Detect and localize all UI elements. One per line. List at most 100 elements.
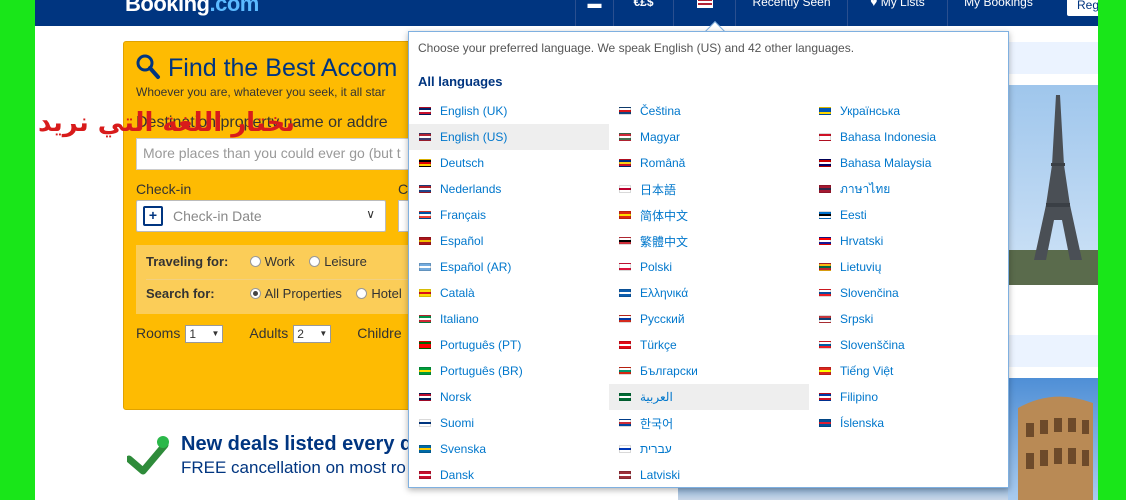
- search-panel: Find the Best Accom Whoever you are, wha…: [123, 41, 428, 410]
- language-option[interactable]: Português (BR): [409, 358, 609, 384]
- all-languages-heading: All languages: [418, 74, 503, 89]
- recently-seen-button[interactable]: Recently Seen: [735, 0, 847, 26]
- my-lists-button[interactable]: ♥ My Lists: [847, 0, 947, 26]
- language-option[interactable]: Română: [609, 150, 809, 176]
- language-label: Srpski: [840, 312, 874, 326]
- language-label: Magyar: [640, 130, 681, 144]
- help-button[interactable]: ▬: [575, 0, 613, 26]
- flag-icon: [619, 315, 631, 323]
- eiffel-tower-icon: [1008, 95, 1098, 285]
- language-label: Українська: [840, 104, 901, 118]
- search-subtitle: Whoever you are, whatever you seek, it a…: [136, 85, 386, 99]
- language-option[interactable]: Tiếng Việt: [809, 358, 1009, 384]
- checkin-placeholder: Check-in Date: [173, 208, 262, 224]
- language-option[interactable]: Deutsch: [409, 150, 609, 176]
- language-option[interactable]: Français: [409, 202, 609, 228]
- booking-logo[interactable]: Booking.com: [125, 0, 259, 17]
- language-option[interactable]: Slovenščina: [809, 332, 1009, 358]
- language-option[interactable]: Svenska: [409, 436, 609, 462]
- language-option[interactable]: Русский: [609, 306, 809, 332]
- flag-icon: [819, 211, 831, 219]
- language-option[interactable]: 한국어: [609, 410, 809, 436]
- language-option[interactable]: Čeština: [609, 98, 809, 124]
- currency-label: €£$: [633, 0, 654, 9]
- language-option[interactable]: Português (PT): [409, 332, 609, 358]
- language-label: 日本語: [640, 182, 677, 197]
- language-option[interactable]: Ελληνικά: [609, 280, 809, 306]
- flag-icon: [419, 185, 431, 193]
- language-label: Polski: [640, 260, 673, 274]
- language-option[interactable]: ภาษาไทย: [809, 176, 1009, 202]
- language-option[interactable]: Lietuvių: [809, 254, 1009, 280]
- language-option[interactable]: English (US): [409, 124, 609, 150]
- language-option[interactable]: Polski: [609, 254, 809, 280]
- language-label: 简体中文: [640, 208, 689, 223]
- currency-button[interactable]: €£$: [613, 0, 673, 26]
- language-option[interactable]: Українська: [809, 98, 1009, 124]
- language-option[interactable]: 日本語: [609, 176, 809, 202]
- flag-icon: [619, 393, 631, 401]
- language-option[interactable]: Español: [409, 228, 609, 254]
- deals-title: New deals listed every da: [181, 433, 424, 455]
- arabic-annotation: نختار اللغة التي نريد: [38, 108, 296, 138]
- language-label: Português (BR): [440, 364, 523, 378]
- language-option[interactable]: 简体中文: [609, 202, 809, 228]
- language-option[interactable]: Magyar: [609, 124, 809, 150]
- flag-icon: [619, 133, 631, 141]
- language-option[interactable]: Български: [609, 358, 809, 384]
- my-bookings-button[interactable]: My Bookings: [947, 0, 1049, 26]
- adults-select[interactable]: 2: [293, 325, 332, 343]
- language-option[interactable]: Türkçe: [609, 332, 809, 358]
- language-label: Bahasa Indonesia: [840, 130, 937, 144]
- language-label: Eesti: [840, 208, 867, 222]
- traveling-for-row: Traveling for: Work Leisure: [146, 254, 367, 269]
- rooms-select[interactable]: 1: [185, 325, 224, 343]
- register-button[interactable]: Reg: [1067, 0, 1098, 16]
- language-option[interactable]: 繁體中文: [609, 228, 809, 254]
- language-option[interactable]: עברית: [609, 436, 809, 462]
- us-flag-icon: [696, 0, 713, 8]
- language-option[interactable]: Nederlands: [409, 176, 609, 202]
- language-option[interactable]: Srpski: [809, 306, 1009, 332]
- language-label: English (UK): [440, 104, 508, 118]
- language-option[interactable]: Eesti: [809, 202, 1009, 228]
- rome-image[interactable]: [1008, 378, 1098, 500]
- flag-icon: [819, 367, 831, 375]
- browser-page: Booking.com ▬ €£$ Recently Seen ♥ My Lis…: [35, 0, 1098, 500]
- paris-image[interactable]: [1008, 85, 1098, 285]
- language-option[interactable]: Slovenčina: [809, 280, 1009, 306]
- language-option[interactable]: Norsk: [409, 384, 609, 410]
- all-properties-radio[interactable]: All Properties: [249, 286, 342, 301]
- language-label: Bahasa Malaysia: [840, 156, 932, 170]
- language-button[interactable]: [673, 0, 735, 26]
- language-option[interactable]: Filipino: [809, 384, 1009, 410]
- divider: [146, 279, 421, 280]
- leisure-radio[interactable]: Leisure: [309, 254, 367, 269]
- flag-icon: [619, 185, 631, 193]
- language-option[interactable]: العربية: [609, 384, 809, 410]
- hotels-radio[interactable]: Hotel: [356, 286, 402, 301]
- flag-icon: [819, 237, 831, 245]
- work-radio[interactable]: Work: [249, 254, 295, 269]
- language-option[interactable]: Español (AR): [409, 254, 609, 280]
- language-option[interactable]: Hrvatski: [809, 228, 1009, 254]
- destination-input[interactable]: More places than you could ever go (but …: [136, 138, 426, 170]
- language-option[interactable]: Dansk: [409, 462, 609, 488]
- language-option[interactable]: Català: [409, 280, 609, 306]
- language-label: Suomi: [440, 416, 475, 430]
- checkin-label: Check-in: [136, 181, 192, 197]
- language-option[interactable]: English (UK): [409, 98, 609, 124]
- language-option[interactable]: Bahasa Malaysia: [809, 150, 1009, 176]
- language-option[interactable]: Latviski: [609, 462, 809, 488]
- flag-icon: [619, 445, 631, 453]
- language-label: Tiếng Việt: [840, 364, 894, 378]
- language-option[interactable]: Bahasa Indonesia: [809, 124, 1009, 150]
- language-option[interactable]: Suomi: [409, 410, 609, 436]
- checkin-date-field[interactable]: + Check-in Date ∨: [136, 200, 386, 232]
- language-option[interactable]: Italiano: [409, 306, 609, 332]
- language-option[interactable]: Íslenska: [809, 410, 1009, 436]
- language-label: Nederlands: [440, 182, 502, 196]
- flag-icon: [419, 107, 431, 115]
- language-label: Română: [640, 156, 686, 170]
- language-label: Türkçe: [640, 338, 677, 352]
